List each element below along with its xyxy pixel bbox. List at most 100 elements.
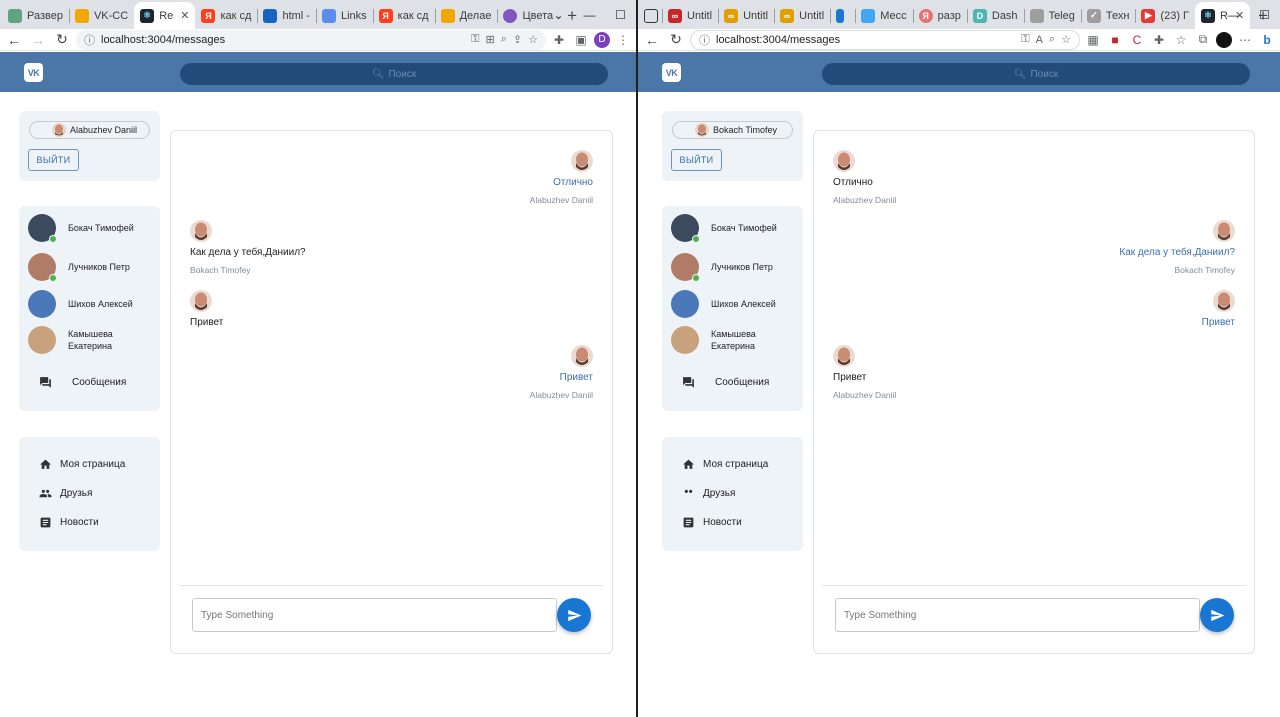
minimize-icon[interactable]: — — [574, 0, 605, 29]
tab[interactable] — [830, 2, 855, 29]
tab[interactable]: Месс — [855, 2, 912, 29]
extension-icon[interactable]: ■ — [1106, 31, 1124, 49]
tab[interactable]: ∞ Untitl — [774, 2, 830, 29]
news-icon — [40, 517, 51, 528]
favorites-icon[interactable]: ☆ — [1172, 31, 1190, 49]
logout-button[interactable]: ВЫЙТИ — [671, 149, 722, 171]
chevron-down-icon[interactable]: ⌄ — [543, 0, 574, 29]
infinity-icon: ∞ — [780, 8, 795, 23]
avatar — [28, 214, 57, 243]
tab-active[interactable]: ⚛ Re ✕ — [134, 2, 196, 29]
reload-icon[interactable]: ↻ — [52, 30, 72, 50]
messages-link[interactable]: Сообщения — [682, 376, 769, 389]
sidepanel-icon[interactable]: ▣ — [572, 31, 590, 49]
dash-icon: D — [972, 8, 987, 23]
tab[interactable]: html - — [257, 2, 316, 29]
extensions-icon[interactable]: ✚ — [1150, 31, 1168, 49]
message-author: Alabuzhev Daniil — [529, 195, 593, 205]
profile-avatar[interactable] — [1216, 31, 1232, 48]
friend-item[interactable]: Шихов Алексей — [671, 290, 796, 318]
maximize-icon[interactable]: ☐ — [1249, 0, 1280, 29]
tab[interactable]: ∞ Untitl — [718, 2, 774, 29]
message-text: Как дела у тебя,Даниил? — [190, 247, 306, 258]
key-icon[interactable]: ⚿ — [1021, 33, 1029, 46]
messages-link[interactable]: Сообщения — [39, 376, 126, 389]
back-icon[interactable]: ← — [4, 30, 24, 50]
tab[interactable]: Делае — [434, 2, 498, 29]
share-icon[interactable]: ⇪ — [513, 33, 522, 46]
send-button[interactable] — [557, 598, 591, 632]
forward-icon[interactable]: → — [28, 30, 48, 50]
maximize-icon[interactable]: ☐ — [605, 0, 636, 29]
extension-icon[interactable]: C — [1128, 31, 1146, 49]
favorite-icon[interactable]: ☆ — [1061, 33, 1071, 46]
friend-item[interactable]: Камышева Екатерина — [28, 326, 153, 354]
star-icon[interactable]: ☆ — [528, 33, 538, 46]
divider — [822, 585, 1246, 586]
close-icon[interactable]: ✕ — [180, 9, 189, 22]
react-icon: ⚛ — [1201, 8, 1215, 23]
back-icon[interactable]: ← — [642, 30, 662, 50]
tab-strip: ∞ Untitl ∞ Untitl ∞ Untitl Месс Яразр D Dash… — [638, 0, 1280, 29]
nav-item-friends[interactable]: Друзья — [682, 487, 735, 500]
send-button[interactable] — [1200, 598, 1234, 632]
reload-icon[interactable]: ↻ — [666, 30, 686, 50]
online-indicator — [49, 274, 57, 282]
yandex-icon: Я — [201, 8, 216, 23]
tab[interactable]: ∞ Untitl — [662, 2, 718, 29]
user-chip[interactable]: Bokach Timofey — [672, 121, 793, 139]
infinity-icon: ∞ — [668, 8, 682, 23]
tab[interactable]: D Dash — [966, 2, 1024, 29]
friend-item[interactable]: Лучников Петр — [671, 253, 796, 282]
translate-icon[interactable]: ⊞ — [486, 33, 495, 46]
tab-actions[interactable] — [640, 2, 662, 29]
friend-item[interactable]: Камышева Екатерина — [671, 326, 796, 354]
bing-icon[interactable]: b — [1258, 31, 1276, 49]
info-icon[interactable]: ⓘ — [699, 32, 710, 48]
friend-item[interactable]: Шихов Алексей — [28, 290, 153, 318]
info-icon[interactable]: ⓘ — [84, 32, 95, 48]
collections-icon[interactable]: ⧉ — [1194, 31, 1212, 49]
vk-logo[interactable]: VK — [662, 63, 681, 82]
friend-item[interactable]: Лучников Петр — [28, 253, 153, 282]
extensions-icon[interactable]: ✚ — [550, 31, 568, 49]
friend-item[interactable]: Бокач Тимофей — [28, 214, 153, 243]
address-bar: ← → ↻ ⓘ localhost:3004/messages ⚿ ⊞ ⌕ ⇪ … — [0, 29, 636, 51]
friend-item[interactable]: Бокач Тимофей — [671, 214, 796, 243]
menu-icon[interactable]: ⋮ — [614, 31, 632, 49]
tab[interactable]: Развер — [2, 2, 69, 29]
nav-item-my-page[interactable]: Моя страница — [39, 458, 125, 471]
message-input[interactable] — [192, 598, 557, 632]
read-aloud-icon[interactable]: A — [1036, 34, 1043, 46]
tab[interactable]: Якак сд — [195, 2, 257, 29]
zoom-icon[interactable]: ⌕ — [1049, 33, 1055, 46]
tab[interactable]: Links — [315, 2, 373, 29]
bookmark-icon — [440, 8, 455, 23]
user-chip[interactable]: Alabuzhev Daniil — [29, 121, 150, 139]
send-icon — [1210, 609, 1224, 621]
tab[interactable]: Якак сд — [372, 2, 435, 29]
tab[interactable]: ▶ (23) Г — [1135, 2, 1195, 29]
tab[interactable]: VK-CC — [68, 2, 134, 29]
message-input[interactable] — [835, 598, 1200, 632]
search-input[interactable]: 🔍︎ Поиск — [180, 63, 608, 85]
image-icon[interactable]: ▦ — [1084, 31, 1102, 49]
url-field[interactable]: ⓘ localhost:3004/messages ⚿ A ⌕ ☆ — [690, 29, 1080, 50]
vk-logo[interactable]: VK — [24, 63, 43, 82]
tab[interactable]: Яразр — [912, 2, 967, 29]
menu-icon[interactable]: ⋯ — [1236, 31, 1254, 49]
profile-avatar[interactable]: D — [594, 31, 610, 48]
nav-item-my-page[interactable]: Моя страница — [682, 458, 768, 471]
key-icon[interactable]: ⚿ — [471, 33, 479, 46]
url-field[interactable]: ⓘ localhost:3004/messages ⚿ ⊞ ⌕ ⇪ ☆ — [76, 29, 546, 50]
minimize-icon[interactable]: — — [1218, 0, 1249, 29]
zoom-icon[interactable]: ⌕ — [501, 33, 507, 46]
nav-item-news[interactable]: Новости — [682, 516, 742, 529]
logout-button[interactable]: ВЫЙТИ — [28, 149, 79, 171]
tab[interactable]: Teleg — [1023, 2, 1081, 29]
message-text: Привет — [190, 317, 224, 328]
tab[interactable]: ✓ Техн — [1080, 2, 1136, 29]
nav-item-friends[interactable]: Друзья — [39, 487, 92, 500]
search-input[interactable]: 🔍︎ Поиск — [822, 63, 1250, 85]
nav-item-news[interactable]: Новости — [39, 516, 99, 529]
